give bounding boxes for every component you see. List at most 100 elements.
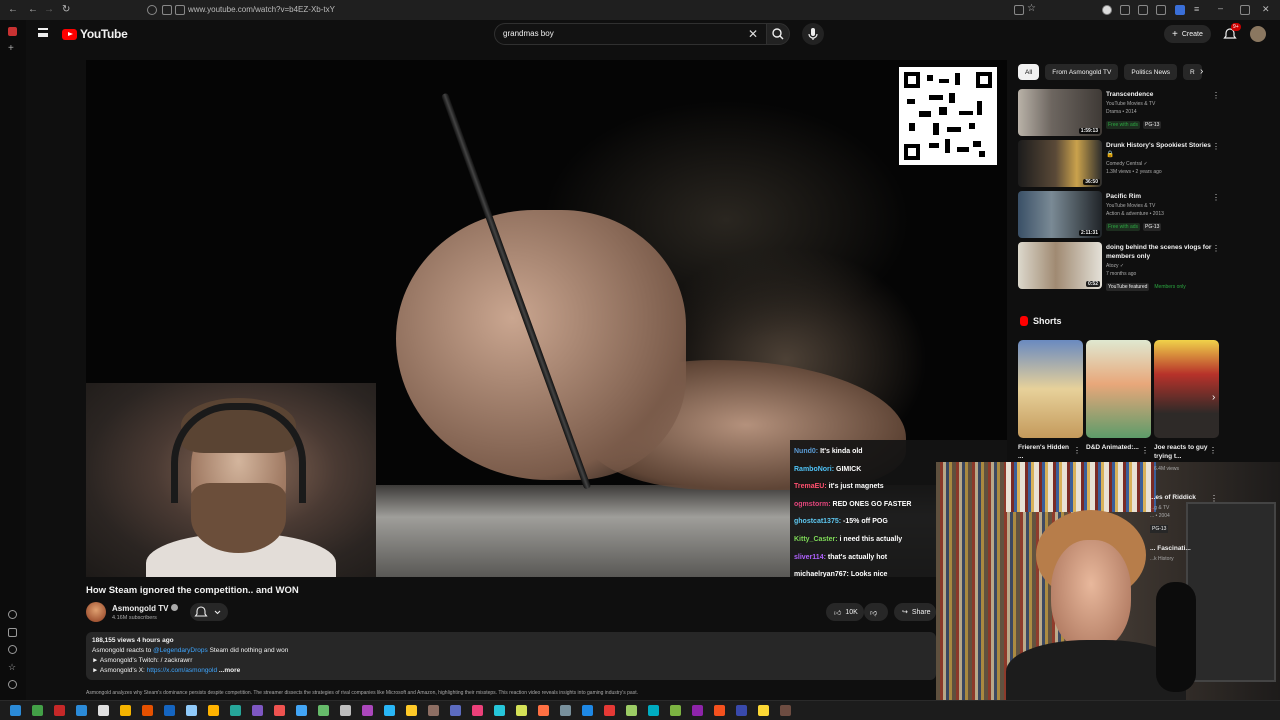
short-thumbnail[interactable] (1086, 340, 1151, 438)
taskbar-app-icon[interactable] (604, 705, 615, 716)
start-menu-icon[interactable] (10, 705, 21, 716)
taskbar-app-icon[interactable] (274, 705, 285, 716)
channel-name[interactable]: Asmongold TV (112, 604, 168, 613)
taskbar-app-icon[interactable] (692, 705, 703, 716)
close-window-icon[interactable]: ✕ (1262, 4, 1272, 14)
notes-icon[interactable] (8, 628, 17, 637)
more-options-icon[interactable]: ⋮ (1212, 193, 1220, 202)
taskbar-app-icon[interactable] (406, 705, 417, 716)
taskbar-app-icon[interactable] (516, 705, 527, 716)
share-button[interactable]: ↪ Share (894, 603, 936, 621)
menu-icon[interactable]: ≡ (1194, 4, 1204, 14)
profile-icon[interactable] (1175, 5, 1185, 15)
taskbar-app-icon[interactable] (318, 705, 329, 716)
channel-avatar[interactable] (86, 602, 106, 622)
taskbar-app-icon[interactable] (384, 705, 395, 716)
downloads-icon[interactable] (1138, 5, 1148, 15)
lock-icon[interactable] (162, 5, 172, 15)
more-options-icon[interactable]: ⋮ (1141, 446, 1149, 455)
taskbar-app-icon[interactable] (582, 705, 593, 716)
search-input[interactable]: grandmas boy ✕ (494, 23, 766, 45)
short-title[interactable]: D&D Animated:... (1086, 443, 1144, 452)
account-avatar[interactable] (1250, 26, 1266, 42)
taskbar-app-icon[interactable] (230, 705, 241, 716)
recommendation-item[interactable]: 0:52 doing behind the scenes vlogs for m… (1018, 242, 1220, 291)
create-button[interactable]: + Create (1164, 25, 1211, 43)
more-options-icon[interactable]: ⋮ (1212, 91, 1220, 100)
recommendation-title[interactable]: ... Fascinati... (1150, 545, 1191, 552)
back-arrow-icon[interactable]: ← (28, 4, 38, 15)
recommendation-item[interactable]: 2:11:31 Pacific Rim YouTube Movies & TV … (1018, 191, 1220, 239)
puzzle-icon[interactable] (1120, 5, 1130, 15)
video-thumbnail[interactable]: 1:59:13 (1018, 89, 1102, 136)
like-button[interactable]: 👍︎ 10K (826, 603, 864, 621)
shorts-next-icon[interactable]: › (1212, 392, 1215, 403)
filter-chip[interactable]: R (1183, 64, 1202, 80)
voice-search-button[interactable] (802, 23, 824, 45)
maximize-icon[interactable] (1240, 5, 1250, 15)
video-thumbnail[interactable]: 0:52 (1018, 242, 1102, 289)
taskbar-app-icon[interactable] (186, 705, 197, 716)
more-options-icon[interactable]: ⋮ (1210, 494, 1218, 503)
taskbar-app-icon[interactable] (494, 705, 505, 716)
video-thumbnail[interactable]: 2:11:31 (1018, 191, 1102, 238)
add-tab-icon[interactable]: + (8, 43, 17, 54)
taskbar-app-icon[interactable] (714, 705, 725, 716)
recommendation-title[interactable]: Pacific Rim (1106, 192, 1214, 201)
reader-icon[interactable] (1014, 5, 1024, 15)
reload-icon[interactable]: ↻ (62, 4, 70, 15)
dislike-button[interactable]: 👎︎ (864, 603, 888, 621)
recommendation-item[interactable]: 1:59:13 Transcendence YouTube Movies & T… (1018, 89, 1220, 137)
video-player[interactable]: Nund0: It's kinda old RamboNori: GIMICK Tr… (86, 60, 1007, 577)
taskbar-app-icon[interactable] (736, 705, 747, 716)
taskbar-app-icon[interactable] (626, 705, 637, 716)
sidebar-icon[interactable] (1156, 5, 1166, 15)
filter-chip[interactable]: All (1018, 64, 1040, 80)
short-title[interactable]: Joe reacts to guy trying t... (1154, 443, 1212, 461)
subscribed-bell-button[interactable] (190, 603, 228, 621)
taskbar-app-icon[interactable] (428, 705, 439, 716)
recommendation-title[interactable]: ...es of Riddick (1150, 494, 1196, 501)
taskbar-app-icon[interactable] (758, 705, 769, 716)
taskbar-app-icon[interactable] (54, 705, 65, 716)
more-options-icon[interactable]: ⋮ (1073, 446, 1081, 455)
chevron-right-icon[interactable]: › (1200, 66, 1203, 77)
x-link[interactable]: https://x.com/asmongold (147, 667, 217, 674)
taskbar-app-icon[interactable] (450, 705, 461, 716)
show-more-button[interactable]: ...more (219, 667, 240, 674)
more-options-icon[interactable]: ⋮ (1209, 446, 1217, 455)
taskbar-app-icon[interactable] (120, 705, 131, 716)
bookmark-star-icon[interactable]: ☆ (1027, 3, 1037, 14)
taskbar-app-icon[interactable] (472, 705, 483, 716)
address-bar[interactable]: www.youtube.com/watch?v=b4EZ-Xb-txY (188, 5, 335, 14)
taskbar-app-icon[interactable] (142, 705, 153, 716)
short-thumbnail[interactable] (1018, 340, 1083, 438)
youtube-logo[interactable]: YouTube (62, 27, 128, 41)
hamburger-menu-icon[interactable] (38, 28, 48, 37)
recommendation-title[interactable]: doing behind the scenes vlogs for member… (1106, 243, 1214, 261)
taskbar-app-icon[interactable] (670, 705, 681, 716)
recommendation-title[interactable]: Drunk History's Spookiest Stories 🔒 (1106, 141, 1214, 159)
mention-link[interactable]: @LegendaryDrops (153, 647, 208, 654)
history-icon[interactable] (8, 645, 17, 654)
taskbar-app-icon[interactable] (560, 705, 571, 716)
video-thumbnail[interactable]: 36:50 (1018, 140, 1102, 187)
page-info-icon[interactable] (175, 5, 185, 15)
taskbar-app-icon[interactable] (252, 705, 263, 716)
minimize-icon[interactable]: – (1218, 3, 1228, 13)
forward-icon[interactable]: → (44, 4, 54, 15)
taskbar-app-icon[interactable] (98, 705, 109, 716)
shield-icon[interactable] (147, 5, 157, 15)
taskbar-app-icon[interactable] (208, 705, 219, 716)
taskbar-app-icon[interactable] (340, 705, 351, 716)
back-icon[interactable]: ← (8, 4, 18, 15)
filter-chip[interactable]: Politics News (1124, 64, 1178, 80)
taskbar-app-icon[interactable] (780, 705, 791, 716)
gear-icon[interactable] (8, 680, 17, 689)
short-thumbnail[interactable] (1154, 340, 1219, 438)
youtube-tab-icon[interactable] (8, 27, 17, 36)
taskbar-app-icon[interactable] (362, 705, 373, 716)
taskbar-app-icon[interactable] (76, 705, 87, 716)
taskbar-app-icon[interactable] (32, 705, 43, 716)
extension-icon[interactable] (1102, 5, 1112, 15)
